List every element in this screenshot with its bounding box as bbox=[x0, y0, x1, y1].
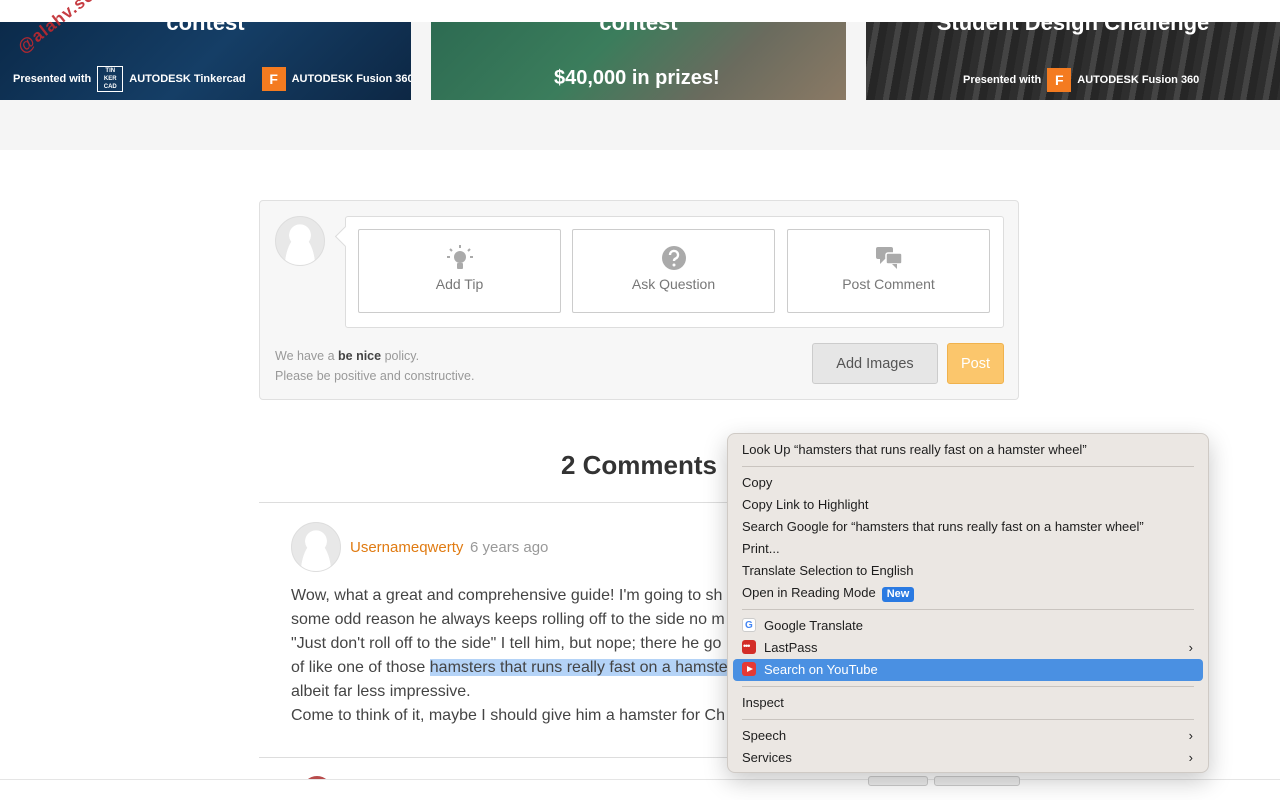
menu-label: Search on YouTube bbox=[764, 662, 878, 677]
banner-sponsors: Presented with F AUTODESK Fusion 360 bbox=[963, 68, 1199, 92]
presented-with-text: Presented with bbox=[963, 74, 1042, 86]
menu-search-google[interactable]: Search Google for “hamsters that runs re… bbox=[733, 516, 1203, 538]
comment-text: of like one of those bbox=[291, 659, 430, 676]
menu-separator bbox=[742, 466, 1194, 467]
menu-google-translate[interactable]: Google Translate bbox=[733, 615, 1203, 637]
menu-open-reading-mode[interactable]: Open in Reading Mode New bbox=[733, 582, 1203, 604]
add-tip-label: Add Tip bbox=[435, 276, 484, 292]
tinkercad-brand: AUTODESK Tinkercad bbox=[129, 73, 246, 85]
chevron-right-icon: › bbox=[1188, 750, 1193, 765]
policy-text: policy. bbox=[384, 349, 420, 363]
new-badge: New bbox=[881, 587, 915, 602]
speech-bubbles-icon bbox=[875, 247, 903, 269]
menu-print[interactable]: Print... bbox=[733, 538, 1203, 560]
policy-text: Please be positive and constructive. bbox=[275, 369, 475, 383]
banner-prize: $40,000 in prizes! bbox=[554, 67, 720, 89]
top-edge bbox=[0, 0, 1280, 22]
menu-lastpass[interactable]: LastPass › bbox=[733, 635, 1203, 659]
policy-text: We have a bbox=[275, 349, 335, 363]
menu-separator bbox=[742, 609, 1194, 610]
comment-composer: Add Tip Ask Question Post Comment We hav… bbox=[259, 200, 1019, 400]
comment-username[interactable]: Usernameqwerty bbox=[350, 539, 463, 556]
banner-title: contest bbox=[599, 22, 678, 35]
ask-question-button[interactable]: Ask Question bbox=[572, 229, 775, 313]
peek-button bbox=[934, 776, 1020, 786]
comment-timestamp: 6 years ago bbox=[470, 539, 549, 556]
tinkercad-logo-icon: TIN KER CAD bbox=[97, 66, 124, 92]
ask-question-label: Ask Question bbox=[631, 276, 716, 292]
google-translate-icon bbox=[742, 615, 756, 637]
presented-with-text: Presented with bbox=[13, 73, 92, 85]
lastpass-icon bbox=[742, 635, 756, 657]
menu-search-youtube[interactable]: Search on YouTube bbox=[733, 659, 1203, 681]
fusion-brand: AUTODESK Fusion 360 bbox=[1077, 74, 1200, 86]
avatar bbox=[275, 216, 325, 266]
fusion-brand: AUTODESK Fusion 360 bbox=[291, 73, 411, 85]
add-images-button[interactable]: Add Images bbox=[812, 343, 938, 384]
avatar[interactable] bbox=[291, 522, 341, 572]
context-menu: Look Up “hamsters that runs really fast … bbox=[727, 433, 1209, 773]
menu-label: Services bbox=[742, 750, 792, 765]
chevron-right-icon: › bbox=[1188, 640, 1193, 655]
menu-label: Speech bbox=[742, 728, 787, 743]
menu-separator bbox=[742, 719, 1194, 720]
contest-banner-2[interactable]: contest $40,000 in prizes! bbox=[431, 22, 846, 100]
menu-copy-link-to-highlight[interactable]: Copy Link to Highlight bbox=[733, 494, 1203, 516]
post-comment-button[interactable]: Post Comment bbox=[787, 229, 990, 313]
bottom-edge bbox=[0, 779, 1280, 800]
banner-sponsors: Presented with TIN KER CAD AUTODESK Tink… bbox=[13, 66, 411, 92]
contest-banner-1[interactable]: contest Presented with TIN KER CAD AUTOD… bbox=[0, 22, 411, 100]
menu-label: Google Translate bbox=[764, 618, 864, 633]
selected-text[interactable]: hamsters that runs really fast on a hams… bbox=[429, 659, 728, 676]
menu-label: Open in Reading Mode bbox=[742, 585, 876, 600]
page: contest Presented with TIN KER CAD AUTOD… bbox=[0, 0, 1280, 800]
add-tip-button[interactable]: Add Tip bbox=[358, 229, 561, 313]
compose-options: Add Tip Ask Question Post Comment bbox=[345, 216, 1004, 328]
lightbulb-icon bbox=[446, 245, 473, 269]
be-nice-policy: We have a be nice policy. Please be posi… bbox=[275, 346, 474, 386]
question-icon bbox=[661, 246, 686, 270]
menu-copy[interactable]: Copy bbox=[733, 472, 1203, 494]
fusion-logo-icon: F bbox=[1047, 68, 1072, 92]
menu-look-up[interactable]: Look Up “hamsters that runs really fast … bbox=[733, 439, 1203, 461]
banner-title: Student Design Challenge bbox=[936, 22, 1210, 35]
youtube-icon bbox=[742, 662, 756, 676]
menu-separator bbox=[742, 686, 1194, 687]
policy-link[interactable]: be nice bbox=[338, 349, 381, 363]
post-comment-label: Post Comment bbox=[842, 276, 935, 292]
menu-inspect[interactable]: Inspect bbox=[733, 692, 1203, 714]
menu-label: LastPass bbox=[764, 640, 818, 655]
menu-translate-selection[interactable]: Translate Selection to English bbox=[733, 560, 1203, 582]
contest-banner-3[interactable]: Student Design Challenge Presented with … bbox=[866, 22, 1280, 100]
menu-services[interactable]: Services › bbox=[733, 747, 1203, 769]
chevron-right-icon: › bbox=[1188, 728, 1193, 743]
peek-button bbox=[868, 776, 928, 786]
fusion-logo-icon: F bbox=[261, 67, 286, 91]
post-button[interactable]: Post bbox=[947, 343, 1004, 384]
menu-speech[interactable]: Speech › bbox=[733, 725, 1203, 747]
